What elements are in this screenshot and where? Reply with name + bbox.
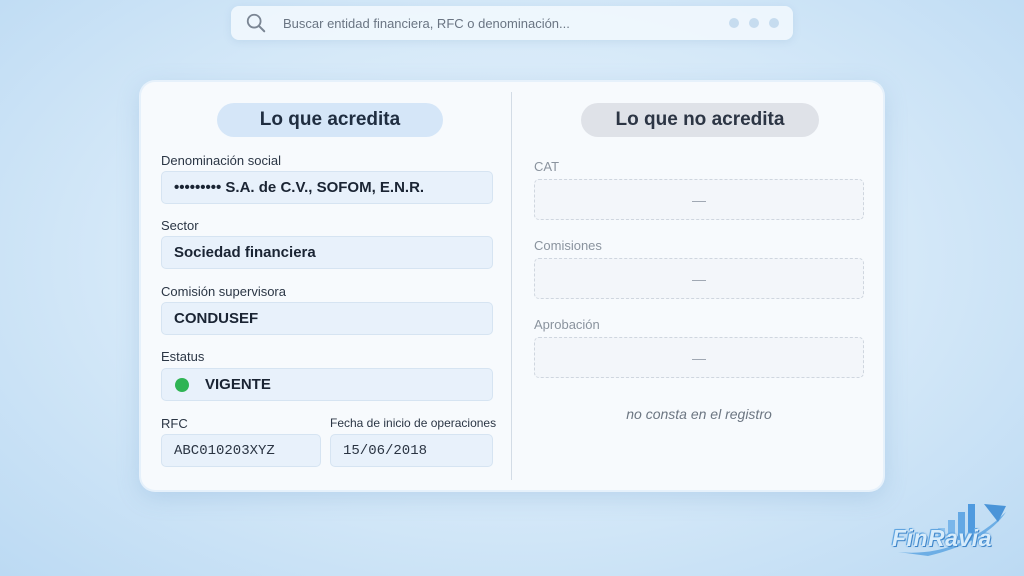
window-dots — [729, 18, 779, 28]
rfc-field: ABC010203XYZ — [161, 434, 321, 467]
comisiones-field: — — [534, 258, 864, 299]
not-accredited-title: Lo que no acredita — [581, 103, 819, 137]
rfc-label: RFC — [161, 416, 188, 431]
status-dot-icon — [175, 377, 189, 392]
aprobacion-label: Aprobación — [534, 317, 600, 332]
brand-logo-text: FinRavia — [892, 525, 992, 551]
dot-icon — [749, 18, 759, 28]
search-icon — [246, 13, 266, 33]
denominacion-field: ••••••••• S.A. de C.V., SOFOM, E.N.R. — [161, 171, 493, 204]
estatus-field: VIGENTE — [161, 368, 493, 401]
entity-card: Lo que acredita Denominación social ••••… — [141, 82, 883, 490]
registry-note: no consta en el registro — [626, 406, 772, 422]
dot-icon — [729, 18, 739, 28]
fecha-label: Fecha de inicio de operaciones — [330, 416, 497, 430]
accredited-title: Lo que acredita — [217, 103, 443, 137]
comisiones-label: Comisiones — [534, 238, 602, 253]
fecha-field: 15/06/2018 — [330, 434, 493, 467]
denominacion-label: Denominación social — [161, 153, 281, 168]
search-bar[interactable]: Buscar entidad financiera, RFC o denomin… — [231, 6, 793, 40]
dot-icon — [769, 18, 779, 28]
comision-field: CONDUSEF — [161, 302, 493, 335]
cat-field: — — [534, 179, 864, 220]
estatus-label: Estatus — [161, 349, 205, 364]
sector-field: Sociedad financiera — [161, 236, 493, 269]
sector-label: Sector — [161, 218, 199, 233]
search-placeholder[interactable]: Buscar entidad financiera, RFC o denomin… — [283, 16, 570, 31]
column-divider — [511, 92, 512, 480]
cat-label: CAT — [534, 159, 560, 174]
aprobacion-field: — — [534, 337, 864, 378]
comision-label: Comisión supervisora — [161, 284, 286, 299]
status-badge: VIGENTE — [205, 376, 271, 393]
